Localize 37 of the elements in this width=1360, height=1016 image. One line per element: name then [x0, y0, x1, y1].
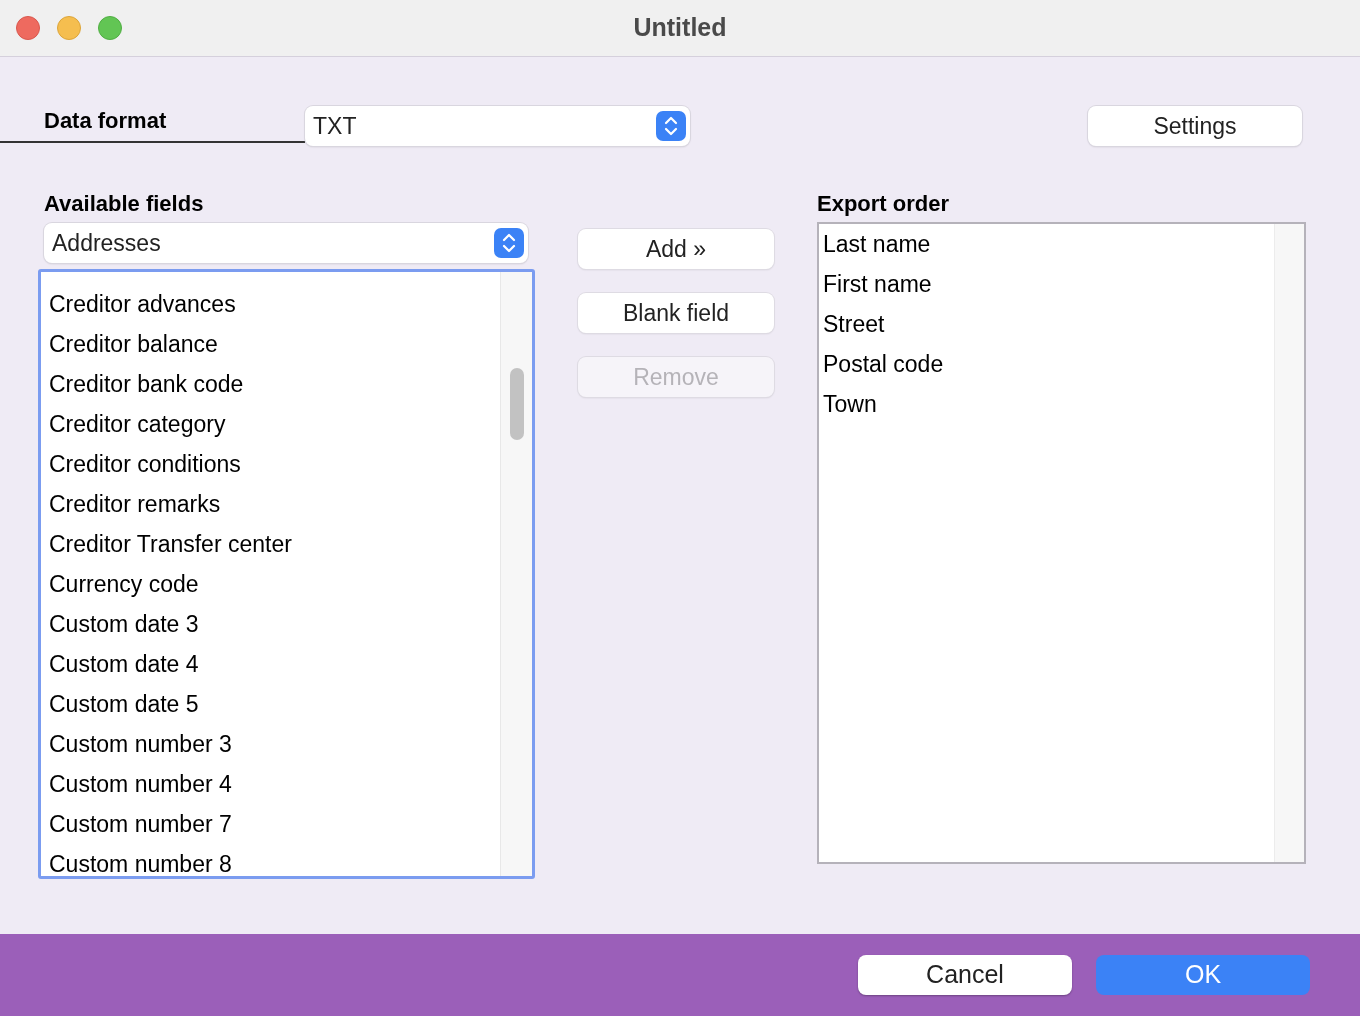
- list-item[interactable]: Custom date 4: [41, 644, 500, 684]
- list-item[interactable]: Custom date 5: [41, 684, 500, 724]
- minimize-icon[interactable]: [57, 16, 81, 40]
- action-button[interactable]: Add »: [578, 229, 774, 269]
- list-item[interactable]: Street: [819, 304, 1274, 344]
- list-item[interactable]: Creditor remarks: [41, 484, 500, 524]
- list-item[interactable]: Creditor conditions: [41, 444, 500, 484]
- section-label: Export order: [817, 190, 951, 215]
- list-item[interactable]: Town: [819, 384, 1274, 424]
- stepper-icon: [656, 111, 686, 141]
- window-title: Untitled: [632, 12, 728, 44]
- list-item[interactable]: Creditor category: [41, 404, 500, 444]
- close-icon[interactable]: [16, 16, 40, 40]
- settings-button[interactable]: Settings: [1088, 106, 1302, 146]
- list-item[interactable]: Creditor bank code: [41, 364, 500, 404]
- list-item[interactable]: Custom number 3: [41, 724, 500, 764]
- scroll-thumb[interactable]: [509, 368, 524, 440]
- list-item[interactable]: Last name: [819, 224, 1274, 264]
- dropdown[interactable]: TXT: [305, 106, 690, 146]
- stepper-icon: [494, 228, 524, 258]
- action-button[interactable]: Blank field: [578, 293, 774, 333]
- list-item[interactable]: Currency code: [41, 564, 500, 604]
- list-item[interactable]: Custom number 8: [41, 844, 500, 876]
- cancel-button[interactable]: Cancel: [858, 955, 1072, 995]
- list-item[interactable]: Custom date 3: [41, 604, 500, 644]
- list-item[interactable]: Creditor balance: [41, 324, 500, 364]
- list-item[interactable]: Creditor Transfer center: [41, 524, 500, 564]
- dropdown[interactable]: Addresses: [44, 223, 528, 263]
- section-label: Available fields: [44, 190, 205, 215]
- scrollbar[interactable]: [500, 272, 532, 876]
- list-item[interactable]: First name: [819, 264, 1274, 304]
- zoom-icon[interactable]: [98, 16, 122, 40]
- ok-button[interactable]: OK: [1096, 955, 1310, 995]
- list-item[interactable]: Custom number 4: [41, 764, 500, 804]
- list-item[interactable]: Custom number 7: [41, 804, 500, 844]
- list-item[interactable]: Creditor advances: [41, 284, 500, 324]
- list-item[interactable]: Postal code: [819, 344, 1274, 384]
